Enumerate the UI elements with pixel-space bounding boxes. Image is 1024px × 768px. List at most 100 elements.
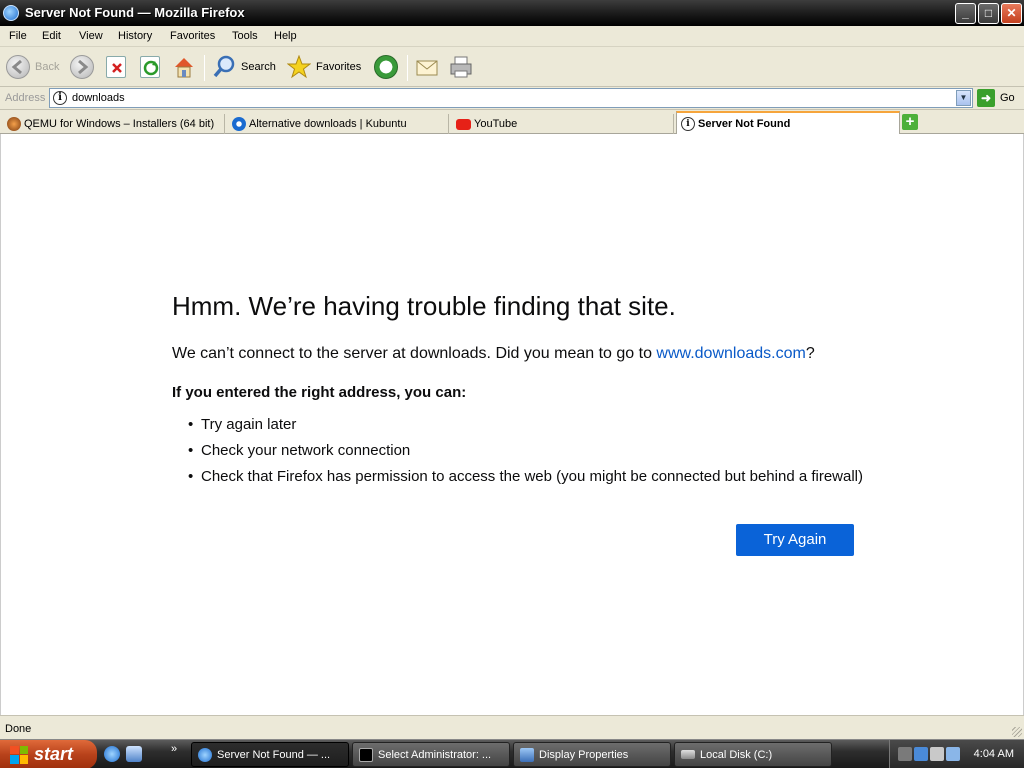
minimize-button[interactable]: _	[955, 3, 976, 24]
qemu-favicon-icon	[7, 117, 21, 131]
menu-tools[interactable]: Tools	[232, 30, 258, 42]
menu-file[interactable]: File	[9, 30, 27, 42]
close-button[interactable]: ✕	[1001, 3, 1022, 24]
list-item: Try again later	[188, 416, 863, 442]
menu-favorites[interactable]: Favorites	[170, 30, 215, 42]
list-item: Check that Firefox has permission to acc…	[188, 468, 863, 494]
task-label: Display Properties	[539, 748, 629, 761]
console-task-icon	[359, 747, 373, 762]
search-label: Search	[241, 61, 276, 73]
navigation-toolbar: Back Search Favorites	[0, 47, 1024, 87]
suggested-site-link[interactable]: www.downloads.com	[656, 345, 805, 362]
task-label: Local Disk (C:)	[700, 748, 773, 761]
favorites-label: Favorites	[316, 61, 362, 73]
menu-help[interactable]: Help	[274, 30, 297, 42]
tab-youtube[interactable]: YouTube	[452, 114, 674, 134]
menu-edit[interactable]: Edit	[42, 30, 61, 42]
print-button[interactable]	[449, 53, 473, 81]
stop-button[interactable]	[106, 53, 126, 81]
refresh-button[interactable]	[140, 53, 160, 81]
back-label: Back	[35, 61, 60, 73]
tab-label: Alternative downloads | Kubuntu	[249, 118, 407, 130]
address-dropdown-icon[interactable]: ▼	[956, 90, 971, 106]
forward-arrow-icon	[70, 55, 94, 79]
tab-bar: QEMU for Windows – Installers (64 bit) A…	[0, 111, 1024, 134]
back-button[interactable]: Back	[6, 53, 59, 81]
tab-server-not-found[interactable]: i Server Not Found	[676, 111, 900, 134]
display-task-icon	[520, 747, 534, 762]
task-local-disk[interactable]: Local Disk (C:)	[674, 742, 832, 767]
address-bar: Address i downloads ▼ ➜ Go	[0, 87, 1024, 110]
task-firefox[interactable]: Server Not Found — ...	[191, 742, 349, 767]
window-title: Server Not Found — Mozilla Firefox	[25, 5, 245, 20]
tray-network-icon[interactable]	[898, 747, 912, 761]
forward-button[interactable]	[70, 53, 94, 81]
clock[interactable]: 4:04 AM	[974, 748, 1014, 760]
address-value: downloads	[72, 92, 125, 104]
star-icon	[287, 55, 311, 79]
maximize-button[interactable]: □	[978, 3, 999, 24]
search-icon	[212, 55, 236, 79]
task-cmd[interactable]: Select Administrator: ...	[352, 742, 510, 767]
refresh-icon	[140, 56, 160, 78]
menu-history[interactable]: History	[118, 30, 152, 42]
browser-app-icon	[3, 5, 19, 21]
back-arrow-icon	[6, 55, 30, 79]
try-again-button[interactable]: Try Again	[736, 524, 854, 556]
tab-label: YouTube	[474, 118, 518, 130]
go-button[interactable]: ➜ Go	[977, 88, 1015, 108]
status-text: Done	[5, 723, 32, 735]
list-item: Check your network connection	[188, 442, 863, 468]
new-tab-plus-icon[interactable]: +	[902, 114, 918, 130]
task-display-properties[interactable]: Display Properties	[513, 742, 671, 767]
toolbar-separator	[407, 55, 408, 81]
error-description-suffix: ?	[805, 345, 815, 362]
status-bar: Done	[0, 715, 1024, 739]
stop-icon	[106, 56, 126, 78]
menu-view[interactable]: View	[79, 30, 103, 42]
history-clock-icon	[374, 55, 398, 79]
search-button[interactable]: Search	[212, 53, 276, 81]
tray-security-icon[interactable]	[946, 747, 960, 761]
kubuntu-favicon-icon	[232, 117, 246, 131]
resize-grip-icon[interactable]	[1012, 727, 1022, 737]
start-label: start	[34, 744, 74, 764]
site-info-icon[interactable]: i	[53, 91, 67, 105]
drive-task-icon	[681, 750, 695, 759]
go-arrow-icon: ➜	[977, 89, 995, 107]
mail-button[interactable]	[415, 53, 439, 81]
tab-kubuntu[interactable]: Alternative downloads | Kubuntu	[228, 114, 449, 134]
error-description: We can’t connect to the server at downlo…	[172, 345, 815, 363]
menu-bar: File Edit View History Favorites Tools H…	[0, 26, 1024, 47]
window-title-bar[interactable]: Server Not Found — Mozilla Firefox _ □ ✕	[0, 0, 1024, 26]
taskbar: start » Server Not Found — ... Select Ad…	[0, 739, 1024, 768]
toolbar-separator	[204, 55, 205, 81]
quicklaunch-desktop-icon[interactable]	[126, 746, 142, 762]
quicklaunch-browser-icon[interactable]	[104, 746, 120, 762]
troubleshooting-list: Try again later Check your network conne…	[188, 416, 863, 494]
tray-monitor-icon[interactable]	[914, 747, 928, 761]
windows-logo-icon	[10, 745, 28, 764]
quicklaunch-more-icon[interactable]: »	[171, 743, 177, 755]
browser-task-icon	[198, 747, 212, 762]
home-button[interactable]	[172, 53, 196, 81]
info-favicon-icon: i	[681, 116, 695, 131]
page-content: Hmm. We’re having trouble finding that s…	[0, 134, 1024, 715]
error-description-text: We can’t connect to the server at downlo…	[172, 345, 657, 362]
tab-label: Server Not Found	[698, 117, 791, 130]
error-title: Hmm. We’re having trouble finding that s…	[172, 291, 676, 321]
address-input[interactable]: i downloads ▼	[49, 88, 973, 108]
tab-qemu[interactable]: QEMU for Windows – Installers (64 bit)	[3, 114, 225, 134]
mail-envelope-icon	[415, 55, 439, 79]
printer-icon	[449, 55, 473, 79]
system-tray: 4:04 AM	[889, 740, 1024, 768]
address-label: Address	[5, 92, 46, 104]
tab-label: QEMU for Windows – Installers (64 bit)	[24, 118, 215, 130]
history-button[interactable]	[374, 53, 398, 81]
error-subheading: If you entered the right address, you ca…	[172, 384, 467, 401]
tray-volume-icon[interactable]	[930, 747, 944, 761]
task-label: Select Administrator: ...	[378, 748, 492, 761]
home-icon	[172, 55, 196, 79]
start-button[interactable]: start	[0, 740, 97, 768]
favorites-button[interactable]: Favorites	[287, 53, 361, 81]
